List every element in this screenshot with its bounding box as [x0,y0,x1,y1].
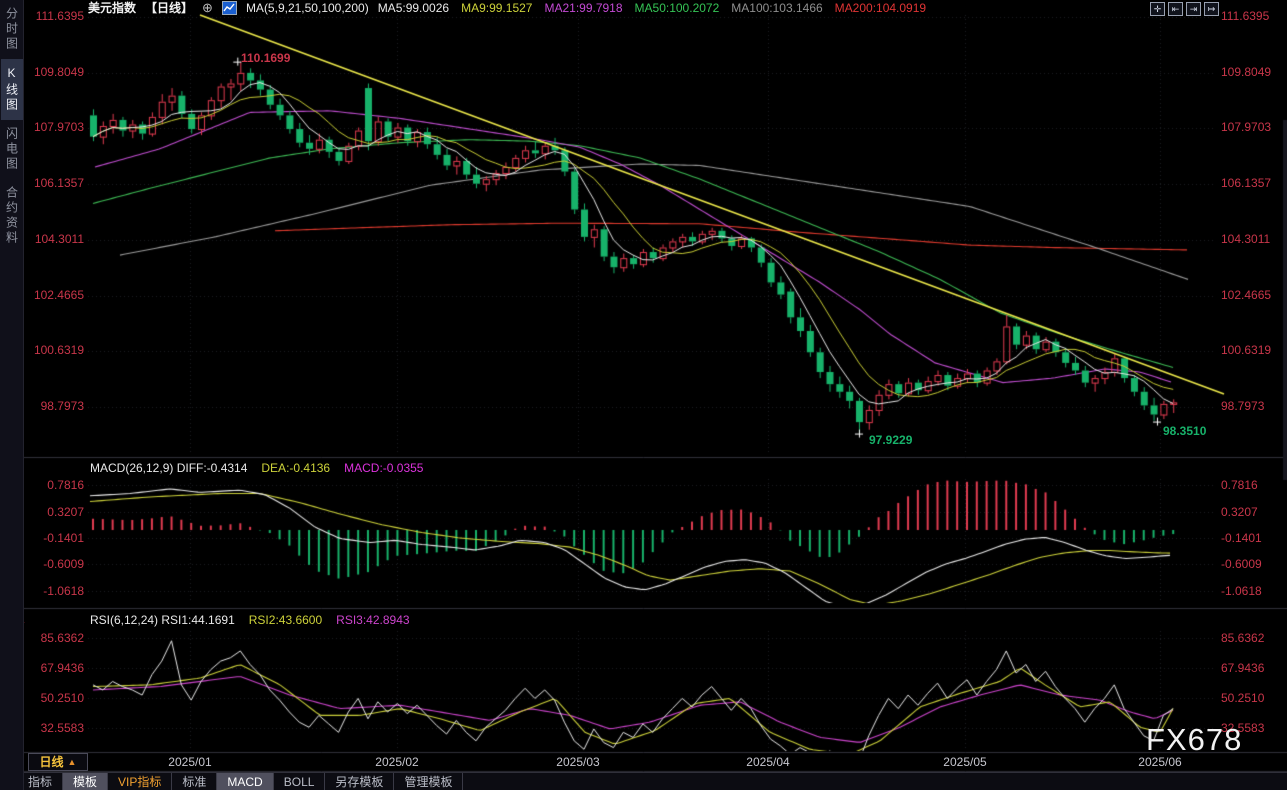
interval-arrow-icon: ▲ [68,755,77,769]
macd-axis-label-right: 0.7816 [1221,478,1258,492]
macd-header-part: MACD:-0.0355 [344,461,423,475]
price-axis-label-right: 109.8049 [1221,65,1271,79]
toolbar-tab-8[interactable]: 管理模板 [394,773,463,790]
rsi-header-part: RSI2:43.6600 [249,613,322,627]
indicator-toolbar: 指标模板VIP指标标准MACDBOLL另存模板管理模板 [0,772,1287,790]
price-axis-label-right: 100.6319 [1221,343,1271,357]
price-chart-canvas[interactable] [0,0,1287,790]
price-axis-label-right: 107.9703 [1221,120,1271,134]
price-axis-label-right: 98.7973 [1221,399,1264,413]
date-axis-label: 2025/04 [746,755,789,769]
toolbar-tab-2[interactable]: 模板 [63,773,108,790]
toolbar-tab-5[interactable]: MACD [217,773,273,790]
toolbar-tab-4[interactable]: 标准 [172,773,217,790]
chart-style-icon[interactable] [222,1,237,15]
rsi-axis-label-right: 67.9436 [1221,661,1264,675]
macd-axis-label-right: 0.3207 [1221,505,1258,519]
date-axis-label: 2025/05 [943,755,986,769]
date-axis-label: 2025/03 [556,755,599,769]
zoom-first-icon[interactable]: ⇤ [1168,2,1183,16]
watermark: FX678 [1146,733,1242,747]
price-axis-label-right: 104.3011 [1221,232,1270,246]
zoom-last-icon[interactable]: ⇥ [1186,2,1201,16]
macd-header-part: DEA:-0.4136 [261,461,330,475]
high-price-annotation: 110.1699 [241,51,290,65]
ma-value-label: MA5:99.0026 [378,1,449,15]
interval-tag: 【日线】 [145,1,193,15]
chart-application: 分时图K线图闪电图合约资料 美元指数 【日线】 ⊕ MA(5,9,21,50,1… [0,0,1287,790]
sidebar-item-4[interactable]: 合约资料 [1,179,23,253]
chart-header: 美元指数 【日线】 ⊕ MA(5,9,21,50,100,200) MA5:99… [88,1,926,15]
pan-icon[interactable]: ✛ [1150,2,1165,16]
macd-header-part: MACD(26,12,9) DIFF:-0.4314 [90,461,247,475]
date-axis-label: 2025/01 [168,755,211,769]
low-price-annotation: 97.9229 [869,433,912,447]
date-axis-label: 2025/02 [375,755,418,769]
ma-value-label: MA21:99.7918 [544,1,622,15]
rsi-axis-label-right: 85.6362 [1221,631,1264,645]
price-axis-label-right: 102.4665 [1221,288,1271,302]
macd-axis-label-right: -1.0618 [1221,584,1262,598]
toolbar-tab-6[interactable]: BOLL [274,773,326,790]
last-price-annotation: 98.3510 [1163,424,1206,438]
sidebar-item-1[interactable]: 分时图 [1,0,23,59]
go-end-icon[interactable]: ↦ [1204,2,1219,16]
ma-value-label: MA9:99.1527 [461,1,532,15]
macd-axis-label-right: -0.1401 [1221,531,1262,545]
toolbar-tab-1[interactable]: 指标 [18,773,63,790]
toolbar-tab-3[interactable]: VIP指标 [108,773,172,790]
settings-icon[interactable]: ⊕ [202,1,213,15]
macd-axis-label-right: -0.6009 [1221,557,1262,571]
date-axis-label: 2025/06 [1138,755,1181,769]
symbol-title: 美元指数 [88,1,136,15]
chart-nav-icons: ✛⇤⇥↦ [1150,2,1219,16]
rsi-axis-label-right: 50.2510 [1221,691,1264,705]
rsi-header-part: RSI(6,12,24) RSI1:44.1691 [90,613,235,627]
rsi-header-part: RSI3:42.8943 [336,613,409,627]
rsi-header: RSI(6,12,24) RSI1:44.1691 RSI2:43.6600 RSI… [90,613,410,627]
ma-values: MA5:99.0026 MA9:99.1527 MA21:99.7918 MA50:1… [378,1,926,15]
chart-type-sidebar: 分时图K线图闪电图合约资料 [0,0,24,790]
interval-label: 日线 [40,755,64,769]
toolbar-tab-7[interactable]: 另存模板 [325,773,394,790]
sidebar-item-3[interactable]: 闪电图 [1,120,23,179]
ma-param-label: MA(5,9,21,50,100,200) [246,1,369,15]
sidebar-item-2[interactable]: K线图 [1,59,23,120]
price-axis-label-right: 106.1357 [1221,176,1271,190]
macd-header: MACD(26,12,9) DIFF:-0.4314 DEA:-0.4136 MAC… [90,461,423,475]
price-axis-label-right: 111.6395 [1221,9,1269,23]
interval-selector[interactable]: 日线 ▲ [28,753,88,771]
ma-value-label: MA100:103.1466 [731,1,822,15]
ma-value-label: MA50:100.2072 [635,1,720,15]
ma-value-label: MA200:104.0919 [835,1,926,15]
